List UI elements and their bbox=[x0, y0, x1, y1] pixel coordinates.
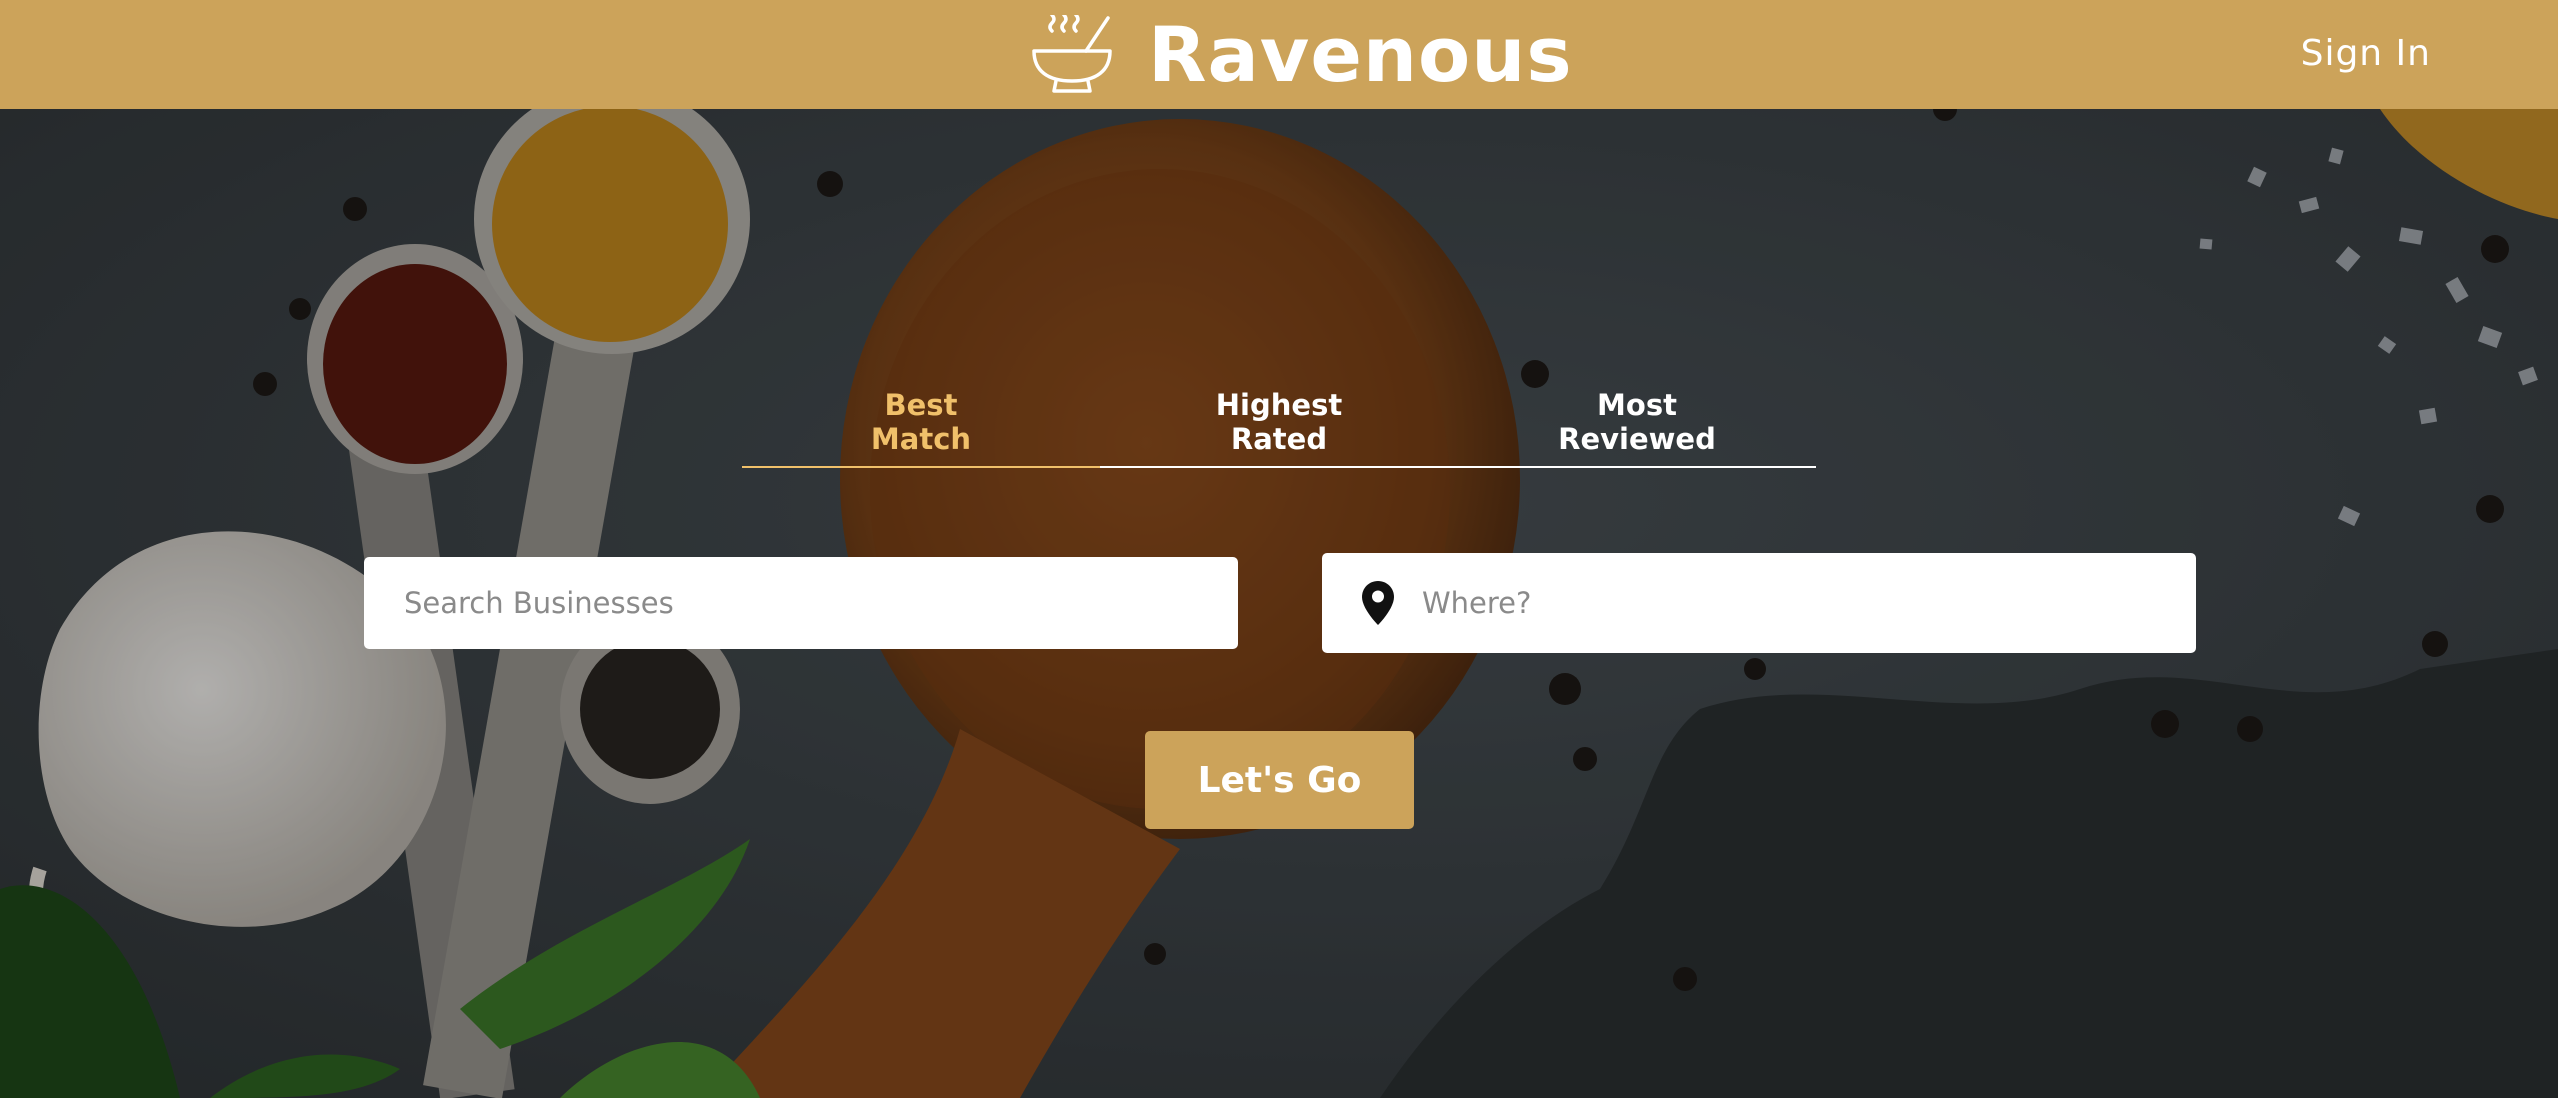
tab-most-reviewed[interactable]: Most Reviewed bbox=[1458, 388, 1816, 468]
brand-logo[interactable]: Ravenous bbox=[1030, 10, 1573, 100]
tab-label-line1: Best bbox=[884, 388, 958, 422]
tab-label: Best Match bbox=[871, 388, 971, 456]
tab-label-line1: Highest bbox=[1215, 388, 1343, 422]
location-field[interactable] bbox=[1322, 553, 2196, 653]
location-input[interactable] bbox=[1420, 572, 2184, 634]
top-nav-bar: Ravenous Sign In bbox=[0, 0, 2558, 109]
tab-label: Highest Rated bbox=[1216, 388, 1342, 456]
search-businesses-input[interactable] bbox=[364, 557, 1238, 649]
brand-title: Ravenous bbox=[1148, 10, 1573, 99]
tab-label-line1: Most bbox=[1597, 388, 1677, 422]
tab-label-line2: Reviewed bbox=[1558, 422, 1716, 456]
sort-options: Best Match Highest Rated Most Reviewed bbox=[742, 388, 1816, 468]
sign-in-link[interactable]: Sign In bbox=[2301, 33, 2431, 74]
tab-label-line2: Match bbox=[870, 422, 972, 456]
tab-label: Most Reviewed bbox=[1558, 388, 1716, 456]
steaming-bowl-icon bbox=[1032, 15, 1112, 93]
tab-label-line2: Rated bbox=[1230, 422, 1328, 456]
map-pin-icon bbox=[1362, 581, 1394, 625]
app-page: Ravenous Sign In Best Match Highest Rate… bbox=[0, 0, 2558, 1098]
lets-go-button[interactable]: Let's Go bbox=[1145, 731, 1414, 829]
tab-best-match[interactable]: Best Match bbox=[742, 388, 1100, 468]
tab-highest-rated[interactable]: Highest Rated bbox=[1100, 388, 1458, 468]
